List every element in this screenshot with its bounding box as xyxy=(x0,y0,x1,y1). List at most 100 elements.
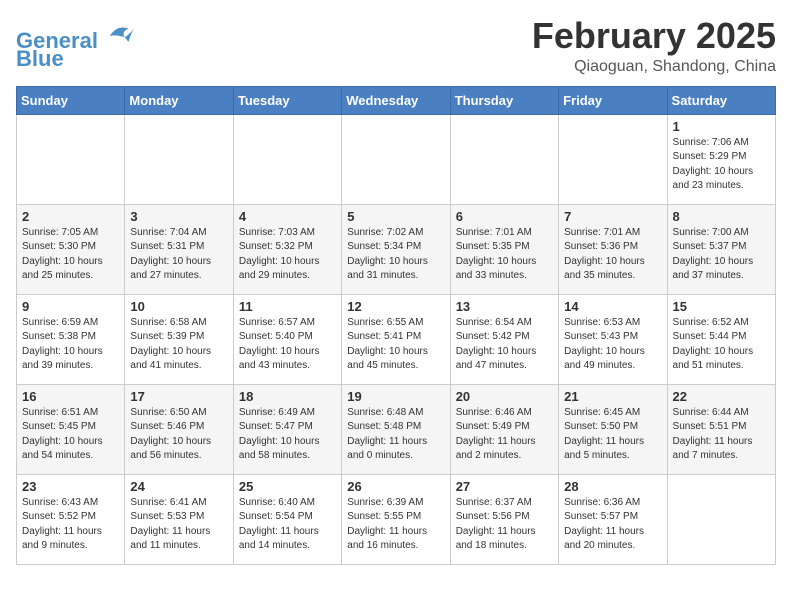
header-monday: Monday xyxy=(125,86,233,114)
title-block: February 2025 Qiaoguan, Shandong, China xyxy=(532,16,776,76)
day-number: 11 xyxy=(239,299,336,314)
day-number: 18 xyxy=(239,389,336,404)
day-info: Sunrise: 6:39 AM Sunset: 5:55 PM Dayligh… xyxy=(347,496,444,554)
day-cell: 16Sunrise: 6:51 AM Sunset: 5:45 PM Dayli… xyxy=(17,384,125,474)
day-number: 20 xyxy=(456,389,553,404)
calendar-table: SundayMondayTuesdayWednesdayThursdayFrid… xyxy=(16,86,776,565)
day-cell: 10 Sunrise: 6:58 AM Sunset: 5:39 PM Dayli… xyxy=(125,294,233,384)
day-cell: 6 Sunrise: 7:01 AM Sunset: 5:35 PM Daylig… xyxy=(450,204,558,294)
day-cell: 24 Sunrise: 6:41 AM Sunset: 5:53 PM Dayli… xyxy=(125,474,233,564)
day-cell: 15 Sunrise: 6:52 AM Sunset: 5:44 PM Dayli… xyxy=(667,294,775,384)
day-info: Sunrise: 6:46 AM Sunset: 5:49 PM Dayligh… xyxy=(456,406,553,464)
day-cell: 22 Sunrise: 6:44 AM Sunset: 5:51 PM Dayli… xyxy=(667,384,775,474)
day-number: 5 xyxy=(347,209,444,224)
day-number: 27 xyxy=(456,479,553,494)
week-row-5: 23Sunrise: 6:43 AM Sunset: 5:52 PM Dayli… xyxy=(17,474,776,564)
day-number: 12 xyxy=(347,299,444,314)
day-number: 3 xyxy=(130,209,227,224)
day-info: Sunrise: 6:57 AM Sunset: 5:40 PM Dayligh… xyxy=(239,316,336,374)
day-info: Sunrise: 6:36 AM Sunset: 5:57 PM Dayligh… xyxy=(564,496,661,554)
day-cell xyxy=(233,114,341,204)
day-number: 2 xyxy=(22,209,119,224)
day-number: 13 xyxy=(456,299,553,314)
day-number: 9 xyxy=(22,299,119,314)
day-info: Sunrise: 7:06 AM Sunset: 5:29 PM Dayligh… xyxy=(673,136,770,194)
day-cell: 8 Sunrise: 7:00 AM Sunset: 5:37 PM Daylig… xyxy=(667,204,775,294)
day-cell: 17 Sunrise: 6:50 AM Sunset: 5:46 PM Dayli… xyxy=(125,384,233,474)
day-info: Sunrise: 6:53 AM Sunset: 5:43 PM Dayligh… xyxy=(564,316,661,374)
day-cell: 20 Sunrise: 6:46 AM Sunset: 5:49 PM Dayli… xyxy=(450,384,558,474)
day-number: 8 xyxy=(673,209,770,224)
week-row-3: 9 Sunrise: 6:59 AM Sunset: 5:38 PM Daylig… xyxy=(17,294,776,384)
day-info: Sunrise: 6:37 AM Sunset: 5:56 PM Dayligh… xyxy=(456,496,553,554)
main-title: February 2025 xyxy=(532,16,776,56)
day-cell: 5 Sunrise: 7:02 AM Sunset: 5:34 PM Daylig… xyxy=(342,204,450,294)
day-cell xyxy=(450,114,558,204)
day-cell xyxy=(667,474,775,564)
logo: General Blue xyxy=(16,20,136,72)
day-number: 7 xyxy=(564,209,661,224)
header-sunday: Sunday xyxy=(17,86,125,114)
day-number: 15 xyxy=(673,299,770,314)
day-cell: 19 Sunrise: 6:48 AM Sunset: 5:48 PM Dayli… xyxy=(342,384,450,474)
day-number: 14 xyxy=(564,299,661,314)
day-cell: 26 Sunrise: 6:39 AM Sunset: 5:55 PM Dayli… xyxy=(342,474,450,564)
day-cell: 23Sunrise: 6:43 AM Sunset: 5:52 PM Dayli… xyxy=(17,474,125,564)
week-row-1: 1 Sunrise: 7:06 AM Sunset: 5:29 PM Daylig… xyxy=(17,114,776,204)
day-info: Sunrise: 7:01 AM Sunset: 5:35 PM Dayligh… xyxy=(456,226,553,284)
calendar-header-row: SundayMondayTuesdayWednesdayThursdayFrid… xyxy=(17,86,776,114)
day-info: Sunrise: 6:54 AM Sunset: 5:42 PM Dayligh… xyxy=(456,316,553,374)
page-header: General Blue February 2025 Qiaoguan, Sha… xyxy=(16,16,776,76)
day-info: Sunrise: 6:58 AM Sunset: 5:39 PM Dayligh… xyxy=(130,316,227,374)
day-number: 26 xyxy=(347,479,444,494)
day-cell: 12 Sunrise: 6:55 AM Sunset: 5:41 PM Dayli… xyxy=(342,294,450,384)
day-info: Sunrise: 7:04 AM Sunset: 5:31 PM Dayligh… xyxy=(130,226,227,284)
header-saturday: Saturday xyxy=(667,86,775,114)
day-cell xyxy=(559,114,667,204)
day-info: Sunrise: 6:40 AM Sunset: 5:54 PM Dayligh… xyxy=(239,496,336,554)
day-cell: 18 Sunrise: 6:49 AM Sunset: 5:47 PM Dayli… xyxy=(233,384,341,474)
day-info: Sunrise: 6:59 AM Sunset: 5:38 PM Dayligh… xyxy=(22,316,119,374)
week-row-2: 2 Sunrise: 7:05 AM Sunset: 5:30 PM Daylig… xyxy=(17,204,776,294)
day-number: 25 xyxy=(239,479,336,494)
day-number: 24 xyxy=(130,479,227,494)
day-cell: 11 Sunrise: 6:57 AM Sunset: 5:40 PM Dayli… xyxy=(233,294,341,384)
day-number: 1 xyxy=(673,119,770,134)
day-info: Sunrise: 6:45 AM Sunset: 5:50 PM Dayligh… xyxy=(564,406,661,464)
day-number: 22 xyxy=(673,389,770,404)
day-info: Sunrise: 6:48 AM Sunset: 5:48 PM Dayligh… xyxy=(347,406,444,464)
day-number: 19 xyxy=(347,389,444,404)
day-info: Sunrise: 6:50 AM Sunset: 5:46 PM Dayligh… xyxy=(130,406,227,464)
day-number: 4 xyxy=(239,209,336,224)
day-cell: 4Sunrise: 7:03 AM Sunset: 5:32 PM Daylig… xyxy=(233,204,341,294)
day-number: 10 xyxy=(130,299,227,314)
day-cell: 9 Sunrise: 6:59 AM Sunset: 5:38 PM Daylig… xyxy=(17,294,125,384)
header-wednesday: Wednesday xyxy=(342,86,450,114)
day-info: Sunrise: 7:01 AM Sunset: 5:36 PM Dayligh… xyxy=(564,226,661,284)
day-info: Sunrise: 7:02 AM Sunset: 5:34 PM Dayligh… xyxy=(347,226,444,284)
day-info: Sunrise: 6:44 AM Sunset: 5:51 PM Dayligh… xyxy=(673,406,770,464)
day-cell: 2 Sunrise: 7:05 AM Sunset: 5:30 PM Daylig… xyxy=(17,204,125,294)
day-cell: 25 Sunrise: 6:40 AM Sunset: 5:54 PM Dayli… xyxy=(233,474,341,564)
day-number: 17 xyxy=(130,389,227,404)
day-number: 6 xyxy=(456,209,553,224)
day-cell: 3 Sunrise: 7:04 AM Sunset: 5:31 PM Daylig… xyxy=(125,204,233,294)
logo-bird-icon xyxy=(106,20,136,48)
day-cell xyxy=(17,114,125,204)
day-info: Sunrise: 6:52 AM Sunset: 5:44 PM Dayligh… xyxy=(673,316,770,374)
day-info: Sunrise: 7:05 AM Sunset: 5:30 PM Dayligh… xyxy=(22,226,119,284)
day-info: Sunrise: 6:49 AM Sunset: 5:47 PM Dayligh… xyxy=(239,406,336,464)
day-info: Sunrise: 6:41 AM Sunset: 5:53 PM Dayligh… xyxy=(130,496,227,554)
day-cell xyxy=(342,114,450,204)
day-info: Sunrise: 6:55 AM Sunset: 5:41 PM Dayligh… xyxy=(347,316,444,374)
day-cell: 7 Sunrise: 7:01 AM Sunset: 5:36 PM Daylig… xyxy=(559,204,667,294)
subtitle: Qiaoguan, Shandong, China xyxy=(532,58,776,76)
header-thursday: Thursday xyxy=(450,86,558,114)
day-info: Sunrise: 6:51 AM Sunset: 5:45 PM Dayligh… xyxy=(22,406,119,464)
day-cell: 1 Sunrise: 7:06 AM Sunset: 5:29 PM Daylig… xyxy=(667,114,775,204)
week-row-4: 16Sunrise: 6:51 AM Sunset: 5:45 PM Dayli… xyxy=(17,384,776,474)
day-info: Sunrise: 7:00 AM Sunset: 5:37 PM Dayligh… xyxy=(673,226,770,284)
header-tuesday: Tuesday xyxy=(233,86,341,114)
header-friday: Friday xyxy=(559,86,667,114)
day-cell: 21Sunrise: 6:45 AM Sunset: 5:50 PM Dayli… xyxy=(559,384,667,474)
